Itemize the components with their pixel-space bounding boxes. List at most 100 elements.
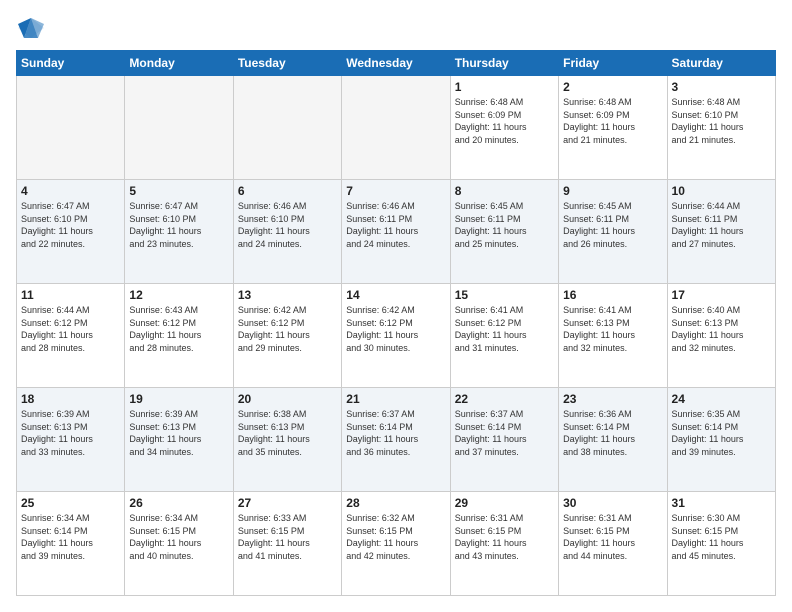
- day-cell-26: 26Sunrise: 6:34 AM Sunset: 6:15 PM Dayli…: [125, 492, 233, 596]
- day-cell-empty: [125, 76, 233, 180]
- header-row: SundayMondayTuesdayWednesdayThursdayFrid…: [17, 51, 776, 76]
- day-number: 6: [238, 184, 337, 198]
- day-cell-19: 19 Sunrise: 6:39 AM Sunset: 6:13 PM Dayli…: [125, 388, 233, 492]
- day-cell-10: 10 Sunrise: 6:44 AM Sunset: 6:11 PM Dayli…: [667, 180, 775, 284]
- day-cell-12: 12 Sunrise: 6:43 AM Sunset: 6:12 PM Dayli…: [125, 284, 233, 388]
- day-number: 8: [455, 184, 554, 198]
- day-detail: Sunrise: 6:30 AM Sunset: 6:15 PM Dayligh…: [672, 512, 771, 562]
- day-number: 27: [238, 496, 337, 510]
- day-cell-17: 17 Sunrise: 6:40 AM Sunset: 6:13 PM Dayli…: [667, 284, 775, 388]
- day-number: 22: [455, 392, 554, 406]
- day-cell-18: 18 Sunrise: 6:39 AM Sunset: 6:13 PM Dayli…: [17, 388, 125, 492]
- day-number: 10: [672, 184, 771, 198]
- day-detail: Sunrise: 6:48 AM Sunset: 6:09 PM Dayligh…: [563, 96, 662, 146]
- day-number: 3: [672, 80, 771, 94]
- day-detail: Sunrise: 6:34 AM Sunset: 6:15 PM Dayligh…: [129, 512, 228, 562]
- day-detail: Sunrise: 6:34 AM Sunset: 6:14 PM Dayligh…: [21, 512, 120, 562]
- day-detail: Sunrise: 6:39 AM Sunset: 6:13 PM Dayligh…: [21, 408, 120, 458]
- day-number: 12: [129, 288, 228, 302]
- day-detail: Sunrise: 6:46 AM Sunset: 6:11 PM Dayligh…: [346, 200, 445, 250]
- day-cell-21: 21Sunrise: 6:37 AM Sunset: 6:14 PM Dayli…: [342, 388, 450, 492]
- day-cell-2: 2 Sunrise: 6:48 AM Sunset: 6:09 PM Daylig…: [559, 76, 667, 180]
- day-detail: Sunrise: 6:37 AM Sunset: 6:14 PM Dayligh…: [346, 408, 445, 458]
- day-detail: Sunrise: 6:45 AM Sunset: 6:11 PM Dayligh…: [455, 200, 554, 250]
- day-number: 25: [21, 496, 120, 510]
- day-number: 18: [21, 392, 120, 406]
- col-header-thursday: Thursday: [450, 51, 558, 76]
- week-row-1: 1Sunrise: 6:48 AM Sunset: 6:09 PM Daylig…: [17, 76, 776, 180]
- week-row-3: 11Sunrise: 6:44 AM Sunset: 6:12 PM Dayli…: [17, 284, 776, 388]
- day-cell-28: 28Sunrise: 6:32 AM Sunset: 6:15 PM Dayli…: [342, 492, 450, 596]
- day-detail: Sunrise: 6:46 AM Sunset: 6:10 PM Dayligh…: [238, 200, 337, 250]
- day-number: 15: [455, 288, 554, 302]
- day-number: 7: [346, 184, 445, 198]
- page: SundayMondayTuesdayWednesdayThursdayFrid…: [0, 0, 792, 612]
- day-cell-29: 29 Sunrise: 6:31 AM Sunset: 6:15 PM Dayli…: [450, 492, 558, 596]
- day-cell-15: 15 Sunrise: 6:41 AM Sunset: 6:12 PM Dayli…: [450, 284, 558, 388]
- day-number: 4: [21, 184, 120, 198]
- day-number: 9: [563, 184, 662, 198]
- day-number: 31: [672, 496, 771, 510]
- day-detail: Sunrise: 6:40 AM Sunset: 6:13 PM Dayligh…: [672, 304, 771, 354]
- day-detail: Sunrise: 6:44 AM Sunset: 6:11 PM Dayligh…: [672, 200, 771, 250]
- logo: [16, 16, 50, 40]
- day-cell-14: 14 Sunrise: 6:42 AM Sunset: 6:12 PM Dayli…: [342, 284, 450, 388]
- day-cell-empty: [17, 76, 125, 180]
- day-detail: Sunrise: 6:44 AM Sunset: 6:12 PM Dayligh…: [21, 304, 120, 354]
- day-cell-23: 23Sunrise: 6:36 AM Sunset: 6:14 PM Dayli…: [559, 388, 667, 492]
- day-detail: Sunrise: 6:37 AM Sunset: 6:14 PM Dayligh…: [455, 408, 554, 458]
- day-number: 24: [672, 392, 771, 406]
- logo-icon: [16, 16, 46, 40]
- day-detail: Sunrise: 6:35 AM Sunset: 6:14 PM Dayligh…: [672, 408, 771, 458]
- col-header-wednesday: Wednesday: [342, 51, 450, 76]
- day-number: 29: [455, 496, 554, 510]
- day-number: 20: [238, 392, 337, 406]
- day-number: 23: [563, 392, 662, 406]
- col-header-monday: Monday: [125, 51, 233, 76]
- day-number: 30: [563, 496, 662, 510]
- day-detail: Sunrise: 6:47 AM Sunset: 6:10 PM Dayligh…: [129, 200, 228, 250]
- day-cell-6: 6 Sunrise: 6:46 AM Sunset: 6:10 PM Daylig…: [233, 180, 341, 284]
- day-number: 17: [672, 288, 771, 302]
- day-detail: Sunrise: 6:42 AM Sunset: 6:12 PM Dayligh…: [346, 304, 445, 354]
- day-cell-8: 8 Sunrise: 6:45 AM Sunset: 6:11 PM Daylig…: [450, 180, 558, 284]
- day-detail: Sunrise: 6:39 AM Sunset: 6:13 PM Dayligh…: [129, 408, 228, 458]
- day-cell-5: 5Sunrise: 6:47 AM Sunset: 6:10 PM Daylig…: [125, 180, 233, 284]
- day-cell-22: 22 Sunrise: 6:37 AM Sunset: 6:14 PM Dayli…: [450, 388, 558, 492]
- calendar-table: SundayMondayTuesdayWednesdayThursdayFrid…: [16, 50, 776, 596]
- day-cell-9: 9 Sunrise: 6:45 AM Sunset: 6:11 PM Daylig…: [559, 180, 667, 284]
- day-cell-1: 1Sunrise: 6:48 AM Sunset: 6:09 PM Daylig…: [450, 76, 558, 180]
- day-cell-4: 4 Sunrise: 6:47 AM Sunset: 6:10 PM Daylig…: [17, 180, 125, 284]
- week-row-2: 4 Sunrise: 6:47 AM Sunset: 6:10 PM Daylig…: [17, 180, 776, 284]
- day-cell-empty: [342, 76, 450, 180]
- day-detail: Sunrise: 6:41 AM Sunset: 6:13 PM Dayligh…: [563, 304, 662, 354]
- day-cell-3: 3 Sunrise: 6:48 AM Sunset: 6:10 PM Daylig…: [667, 76, 775, 180]
- day-detail: Sunrise: 6:41 AM Sunset: 6:12 PM Dayligh…: [455, 304, 554, 354]
- col-header-tuesday: Tuesday: [233, 51, 341, 76]
- day-cell-24: 24 Sunrise: 6:35 AM Sunset: 6:14 PM Dayli…: [667, 388, 775, 492]
- header: [16, 16, 776, 40]
- day-cell-31: 31 Sunrise: 6:30 AM Sunset: 6:15 PM Dayli…: [667, 492, 775, 596]
- day-cell-25: 25 Sunrise: 6:34 AM Sunset: 6:14 PM Dayli…: [17, 492, 125, 596]
- day-detail: Sunrise: 6:43 AM Sunset: 6:12 PM Dayligh…: [129, 304, 228, 354]
- col-header-friday: Friday: [559, 51, 667, 76]
- day-detail: Sunrise: 6:48 AM Sunset: 6:10 PM Dayligh…: [672, 96, 771, 146]
- day-number: 16: [563, 288, 662, 302]
- day-number: 13: [238, 288, 337, 302]
- week-row-4: 18 Sunrise: 6:39 AM Sunset: 6:13 PM Dayli…: [17, 388, 776, 492]
- day-cell-7: 7 Sunrise: 6:46 AM Sunset: 6:11 PM Daylig…: [342, 180, 450, 284]
- col-header-sunday: Sunday: [17, 51, 125, 76]
- week-row-5: 25 Sunrise: 6:34 AM Sunset: 6:14 PM Dayli…: [17, 492, 776, 596]
- day-number: 2: [563, 80, 662, 94]
- day-detail: Sunrise: 6:45 AM Sunset: 6:11 PM Dayligh…: [563, 200, 662, 250]
- day-number: 28: [346, 496, 445, 510]
- day-detail: Sunrise: 6:38 AM Sunset: 6:13 PM Dayligh…: [238, 408, 337, 458]
- day-number: 19: [129, 392, 228, 406]
- day-number: 14: [346, 288, 445, 302]
- day-detail: Sunrise: 6:42 AM Sunset: 6:12 PM Dayligh…: [238, 304, 337, 354]
- col-header-saturday: Saturday: [667, 51, 775, 76]
- day-detail: Sunrise: 6:47 AM Sunset: 6:10 PM Dayligh…: [21, 200, 120, 250]
- day-detail: Sunrise: 6:31 AM Sunset: 6:15 PM Dayligh…: [455, 512, 554, 562]
- day-cell-20: 20 Sunrise: 6:38 AM Sunset: 6:13 PM Dayli…: [233, 388, 341, 492]
- day-detail: Sunrise: 6:33 AM Sunset: 6:15 PM Dayligh…: [238, 512, 337, 562]
